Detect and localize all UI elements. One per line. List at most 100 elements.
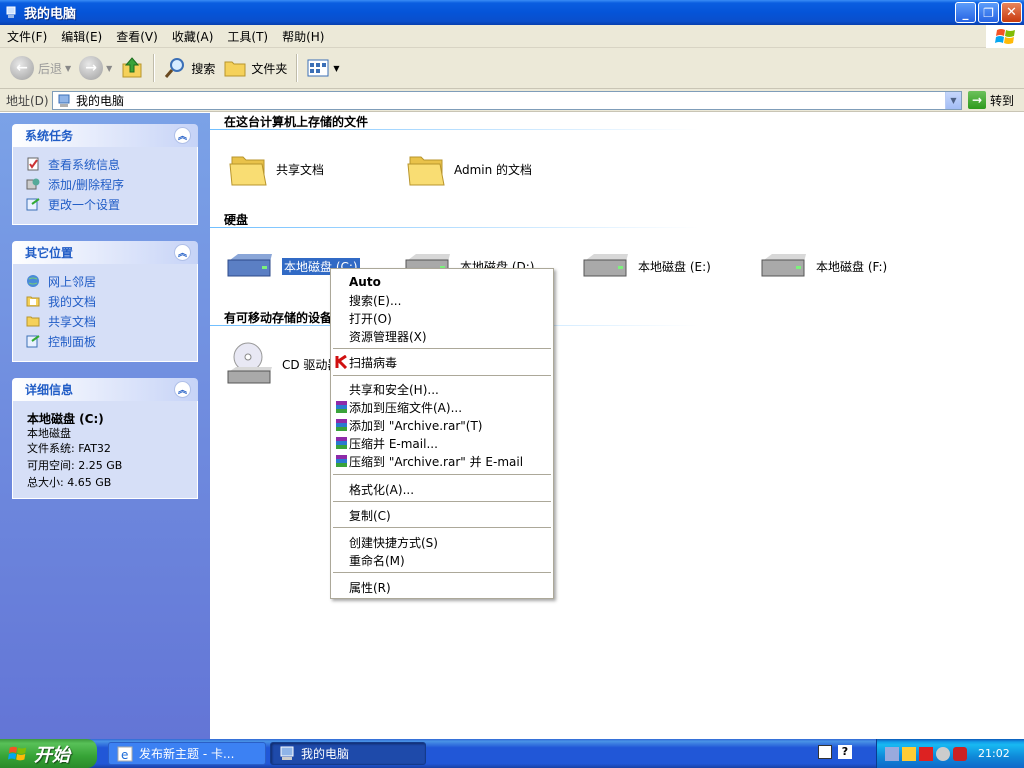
close-button[interactable]: ✕ <box>1001 2 1022 23</box>
section-hard-disks: 硬盘 <box>224 213 249 227</box>
menu-item-rename[interactable]: 重命名(M) <box>331 551 553 569</box>
title-bar[interactable]: 我的电脑 _ ❐ ✕ <box>0 0 1024 25</box>
address-input[interactable]: 我的电脑 ▼ <box>52 91 962 110</box>
menu-favorites[interactable]: 收藏(A) <box>165 28 221 45</box>
other-places-panel: 其它位置 ︽ 网上邻居 我的文档 共享文档 控制面板 <box>12 241 198 362</box>
menu-tools[interactable]: 工具(T) <box>220 28 275 45</box>
system-tasks-header[interactable]: 系统任务 ︽ <box>12 124 198 147</box>
winrar-icon <box>336 419 347 431</box>
close-icon: ✕ <box>1006 5 1017 20</box>
menu-item-auto[interactable]: Auto <box>331 273 553 291</box>
collapse-icon[interactable]: ︽ <box>174 381 191 398</box>
search-icon <box>165 58 185 78</box>
help-icon[interactable]: ? <box>838 745 852 759</box>
address-dropdown-icon[interactable]: ▼ <box>945 92 961 109</box>
shield-tray-icon[interactable] <box>953 746 967 761</box>
link-shared-documents[interactable]: 共享文档 <box>25 311 197 331</box>
search-label: 搜索 <box>191 61 216 76</box>
folders-button[interactable]: 文件夹 <box>219 50 291 86</box>
minimize-button[interactable]: _ <box>955 2 976 23</box>
minimize-icon: _ <box>962 5 969 20</box>
other-places-header[interactable]: 其它位置 ︽ <box>12 241 198 264</box>
menu-item-compress-email[interactable]: 压缩并 E-mail... <box>331 434 553 452</box>
menu-item-format[interactable]: 格式化(A)... <box>331 480 553 498</box>
back-dropdown-icon[interactable]: ▼ <box>65 64 71 73</box>
menu-item-compress-archive-email[interactable]: 压缩到 "Archive.rar" 并 E-mail <box>331 452 553 470</box>
menu-edit[interactable]: 编辑(E) <box>54 28 109 45</box>
folder-icon <box>229 156 267 186</box>
taskbar-item-my-computer[interactable]: 我的电脑 <box>270 742 426 765</box>
section-divider <box>210 129 1024 130</box>
hard-disk-icon <box>227 254 272 277</box>
details-header[interactable]: 详细信息 ︽ <box>12 378 198 401</box>
folders-label: 文件夹 <box>251 61 288 76</box>
views-dropdown-icon[interactable]: ▼ <box>333 64 339 73</box>
documents-folder-icon <box>25 293 41 309</box>
toolbar: ← 后退 ▼ → ▼ 搜索 文件夹 ▼ <box>0 48 1024 89</box>
taskbar-item-browser[interactable]: e 发布新主题 - 卡... <box>108 742 266 765</box>
views-button[interactable]: ▼ <box>302 50 343 86</box>
details-free-space: 可用空间: 2.25 GB <box>27 459 123 472</box>
back-label: 后退 <box>38 61 63 76</box>
back-button[interactable]: ← 后退 ▼ <box>6 50 75 86</box>
forward-dropdown-icon[interactable]: ▼ <box>106 64 112 73</box>
keyboard-icon[interactable] <box>818 745 832 759</box>
system-tasks-title: 系统任务 <box>25 129 74 143</box>
winrar-icon <box>336 401 347 413</box>
item-shared-documents[interactable]: 共享文档 <box>228 149 324 189</box>
window-title: 我的电脑 <box>24 7 77 22</box>
item-disk-e[interactable]: 本地磁盘 (E:) <box>582 252 711 280</box>
link-change-setting[interactable]: 更改一个设置 <box>25 194 197 214</box>
menu-item-properties[interactable]: 属性(R) <box>331 578 553 596</box>
cd-drive-icon <box>227 342 272 384</box>
menu-item-add-to-archive-rar[interactable]: 添加到 "Archive.rar"(T) <box>331 416 553 434</box>
item-cd-drive[interactable]: CD 驱动器 <box>226 341 339 387</box>
section-divider <box>210 227 1024 228</box>
menu-item-add-archive[interactable]: 添加到压缩文件(A)... <box>331 398 553 416</box>
forward-button[interactable]: → ▼ <box>75 50 116 86</box>
windows-flag-icon <box>8 746 27 760</box>
add-remove-programs-icon <box>25 176 41 192</box>
menu-item-search[interactable]: 搜索(E)... <box>331 291 553 309</box>
menu-item-create-shortcut[interactable]: 创建快捷方式(S) <box>331 533 553 551</box>
menu-item-open[interactable]: 打开(O) <box>331 309 553 327</box>
item-disk-f[interactable]: 本地磁盘 (F:) <box>760 252 887 280</box>
toolbar-separator <box>153 54 155 82</box>
system-tray: 21:02 <box>876 739 1024 768</box>
details-total-size: 总大小: 4.65 GB <box>27 476 112 489</box>
windows-flag-icon <box>994 28 1015 44</box>
hard-disk-icon <box>583 254 628 277</box>
link-add-remove-programs[interactable]: 添加/删除程序 <box>25 174 197 194</box>
volume-tray-icon[interactable] <box>936 746 950 761</box>
link-my-documents[interactable]: 我的文档 <box>25 291 197 311</box>
warning-tray-icon[interactable] <box>902 746 916 761</box>
up-button[interactable] <box>116 50 148 86</box>
network-tray-icon[interactable] <box>885 746 899 761</box>
menu-help[interactable]: 帮助(H) <box>275 28 331 45</box>
menu-item-copy[interactable]: 复制(C) <box>331 506 553 524</box>
start-button[interactable]: 开始 <box>0 739 97 768</box>
search-button[interactable]: 搜索 <box>159 50 219 86</box>
antivirus-tray-icon[interactable] <box>919 746 933 761</box>
menu-separator <box>333 527 551 528</box>
menu-file[interactable]: 文件(F) <box>0 28 54 45</box>
menu-view[interactable]: 查看(V) <box>109 28 165 45</box>
section-removable-storage: 有可移动存储的设备 <box>224 311 333 325</box>
item-admin-documents[interactable]: Admin 的文档 <box>406 149 532 189</box>
collapse-icon[interactable]: ︽ <box>174 244 191 261</box>
my-computer-icon <box>280 746 294 760</box>
winrar-icon <box>336 455 347 467</box>
go-button[interactable]: → 转到 <box>968 91 1014 109</box>
toolbar-separator <box>296 54 298 82</box>
internet-explorer-icon: e <box>117 746 133 762</box>
menu-item-scan-virus[interactable]: 扫描病毒 <box>331 353 553 371</box>
link-control-panel[interactable]: 控制面板 <box>25 331 197 351</box>
link-view-system-info[interactable]: 查看系统信息 <box>25 154 197 174</box>
restore-button[interactable]: ❐ <box>978 2 999 23</box>
link-network-places[interactable]: 网上邻居 <box>25 271 197 291</box>
collapse-icon[interactable]: ︽ <box>174 127 191 144</box>
menu-item-explore[interactable]: 资源管理器(X) <box>331 327 553 345</box>
views-icon <box>307 59 329 77</box>
menu-item-sharing[interactable]: 共享和安全(H)... <box>331 380 553 398</box>
network-icon <box>25 273 41 289</box>
